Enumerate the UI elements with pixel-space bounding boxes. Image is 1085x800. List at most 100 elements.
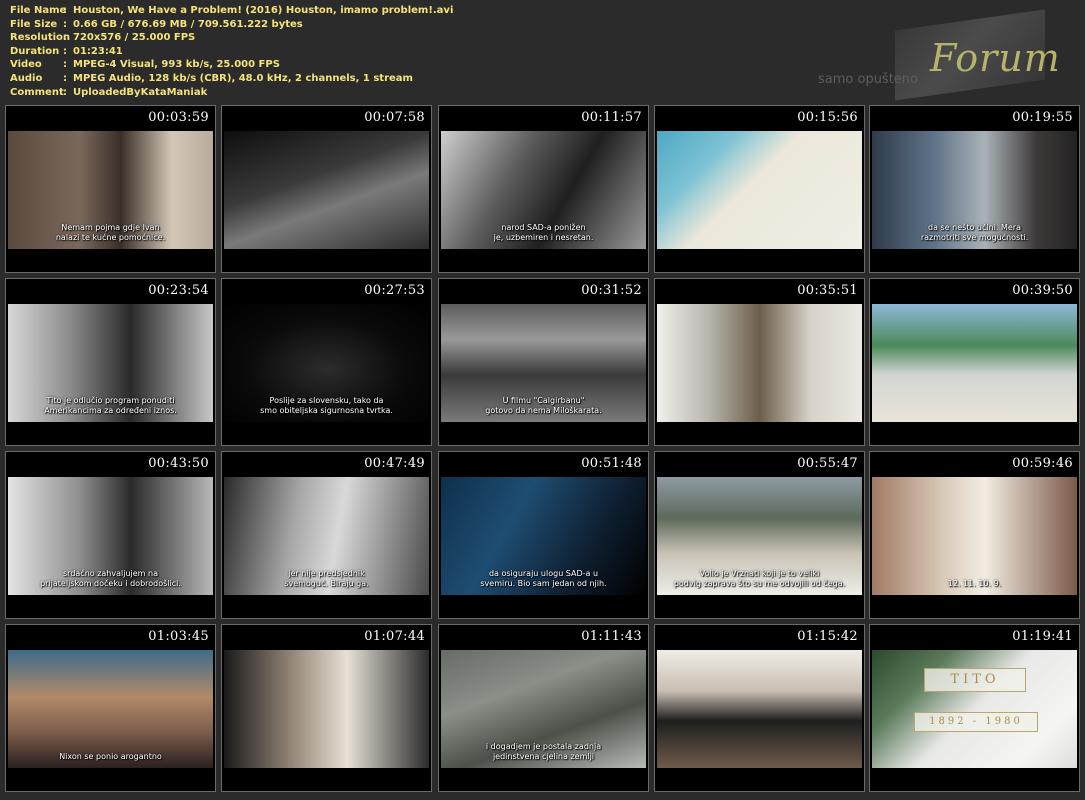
subtitle-text: Tito je odlučio program ponuditi Amerika… <box>44 396 177 415</box>
thumbnail-frame: Nixon se ponio arogantno <box>8 650 213 768</box>
forum-logo: Forum samo opušteno <box>810 9 1061 101</box>
meta-label: File Size <box>10 18 58 30</box>
meta-value: UploadedByKataManiak <box>73 86 208 98</box>
video-thumbnail[interactable]: 00:03:59 Nemam pojma gdje Ivan nalazi te … <box>5 105 216 273</box>
meta-colon: : <box>63 72 67 84</box>
meta-row: File Size:0.66 GB / 676.69 MB / 709.561.… <box>10 18 453 32</box>
thumbnail-frame: U filmu "Calgirbanu" gotovo da nema Milo… <box>441 304 646 422</box>
subtitle-text: Volio je Vrznati koji je to veliki podvi… <box>673 569 846 588</box>
meta-row: Video: MPEG-4 Visual, 993 kb/s, 25.000 FP… <box>10 58 453 72</box>
thumbnail-timestamp: 00:19:55 <box>1012 110 1073 125</box>
meta-value: 01:23:41 <box>73 45 123 57</box>
thumbnail-timestamp: 01:07:44 <box>364 629 425 644</box>
thumbnail-timestamp: 00:15:56 <box>797 110 858 125</box>
thumbnail-timestamp: 00:07:58 <box>364 110 425 125</box>
thumbnail-timestamp: 01:15:42 <box>797 629 858 644</box>
thumbnail-frame <box>224 131 429 249</box>
meta-label: Video <box>10 59 42 71</box>
video-thumbnail[interactable]: 01:11:43 i dogadjem je postala zadnja jed… <box>438 624 649 792</box>
contact-sheet: File Name: Houston, We Have a Problem! (2… <box>0 0 1085 800</box>
video-thumbnail[interactable]: 00:15:56 <box>654 105 865 273</box>
thumbnail-frame: i dogadjem je postala zadnja jedinstvena… <box>441 650 646 768</box>
subtitle-text: da osiguraju ulogu SAD-a u svemiru. Bio … <box>480 569 607 588</box>
thumbnail-frame <box>657 131 862 249</box>
meta-value: 720x576 / 25.000 FPS <box>73 32 196 44</box>
video-thumbnail[interactable]: 00:51:48 da osiguraju ulogu SAD-a u svemi… <box>438 451 649 619</box>
thumbnail-timestamp: 00:39:50 <box>1012 283 1073 298</box>
subtitle-text: Poslije za slovensku, tako da smo obitel… <box>260 396 393 415</box>
thumbnail-frame: 12. 11. 10. 9. <box>872 477 1077 595</box>
meta-label: Comment <box>10 86 64 98</box>
video-thumbnail[interactable]: 00:35:51 <box>654 278 865 446</box>
thumbnail-frame: Volio je Vrznati koji je to veliki podvi… <box>657 477 862 595</box>
thumbnail-timestamp: 00:03:59 <box>148 110 209 125</box>
video-thumbnail[interactable]: 00:23:54 Tito je odlučio program ponuditi… <box>5 278 216 446</box>
meta-label: Audio <box>10 72 43 84</box>
meta-value: MPEG-4 Visual, 993 kb/s, 25.000 FPS <box>73 59 280 71</box>
video-thumbnail[interactable]: 00:07:58 <box>221 105 432 273</box>
meta-colon: : <box>63 32 67 44</box>
subtitle-text: 12. 11. 10. 9. <box>947 579 1002 588</box>
thumbnail-frame <box>657 304 862 422</box>
video-thumbnail[interactable]: 01:03:45 Nixon se ponio arogantno <box>5 624 216 792</box>
video-thumbnail[interactable]: 00:55:47 Volio je Vrznati koji je to veli… <box>654 451 865 619</box>
meta-value: 0.66 GB / 676.69 MB / 709.561.222 bytes <box>73 18 303 30</box>
subtitle-text: da se nešto učini. Mera razmotriti sve m… <box>920 223 1029 242</box>
thumbnail-timestamp: 01:19:41 <box>1012 629 1073 644</box>
thumbnail-timestamp: 00:47:49 <box>364 456 425 471</box>
subtitle-text: U filmu "Calgirbanu" gotovo da nema Milo… <box>485 396 602 415</box>
tomb-inscription: TITO <box>924 668 1026 692</box>
thumbnail-timestamp: 00:59:46 <box>1012 456 1073 471</box>
meta-row: Audio: MPEG Audio, 128 kb/s (CBR), 48.0 k… <box>10 72 453 86</box>
video-thumbnail[interactable]: 00:19:55 da se nešto učini. Mera razmotri… <box>869 105 1080 273</box>
meta-label: Duration <box>10 45 60 57</box>
subtitle-text: Nemam pojma gdje Ivan nalazi te kućne po… <box>55 223 166 242</box>
thumbnail-timestamp: 00:27:53 <box>364 283 425 298</box>
video-thumbnail[interactable]: 00:47:49 jer nije predsjednik svemoguć. B… <box>221 451 432 619</box>
meta-row: Duration:01:23:41 <box>10 45 453 59</box>
thumbnail-frame: Nemam pojma gdje Ivan nalazi te kućne po… <box>8 131 213 249</box>
meta-row: File Name: Houston, We Have a Problem! (2… <box>10 4 453 18</box>
thumbnail-frame: Tito je odlučio program ponuditi Amerika… <box>8 304 213 422</box>
thumbnail-frame <box>657 650 862 768</box>
video-thumbnail[interactable]: 00:59:46 12. 11. 10. 9. <box>869 451 1080 619</box>
video-thumbnail[interactable]: 01:15:42 <box>654 624 865 792</box>
meta-value: MPEG Audio, 128 kb/s (CBR), 48.0 kHz, 2 … <box>73 72 413 84</box>
metadata-panel: File Name: Houston, We Have a Problem! (2… <box>10 4 453 99</box>
tomb-dates: 1892 - 1980 <box>914 712 1038 732</box>
thumbnail-timestamp: 00:55:47 <box>797 456 858 471</box>
meta-row: Comment: UploadedByKataManiak <box>10 86 453 100</box>
thumbnail-frame: srdačno zahvaljujem na prijateljskom doč… <box>8 477 213 595</box>
subtitle-text: narod SAD-a ponižen je, uzbemiren i nesr… <box>493 223 594 242</box>
thumbnail-timestamp: 00:51:48 <box>581 456 642 471</box>
thumbnail-timestamp: 00:31:52 <box>581 283 642 298</box>
subtitle-text: i dogadjem je postala zadnja jedinstvena… <box>485 742 602 761</box>
thumbnail-frame: narod SAD-a ponižen je, uzbemiren i nesr… <box>441 131 646 249</box>
thumbnail-timestamp: 00:23:54 <box>148 283 209 298</box>
meta-label: Resolution <box>10 32 71 44</box>
meta-row: Resolution:720x576 / 25.000 FPS <box>10 31 453 45</box>
meta-colon: : <box>63 86 67 98</box>
logo-word: Forum <box>930 36 1061 80</box>
meta-colon: : <box>63 5 67 16</box>
thumbnail-timestamp: 00:11:57 <box>581 110 642 125</box>
thumbnail-frame <box>872 304 1077 422</box>
subtitle-text: Nixon se ponio arogantno <box>59 752 162 761</box>
video-thumbnail[interactable]: 01:07:44 <box>221 624 432 792</box>
video-thumbnail[interactable]: 00:39:50 <box>869 278 1080 446</box>
meta-colon: : <box>63 59 67 71</box>
video-thumbnail[interactable]: 00:31:52 U filmu "Calgirbanu" gotovo da n… <box>438 278 649 446</box>
video-thumbnail[interactable]: 00:27:53 Poslije za slovensku, tako da sm… <box>221 278 432 446</box>
thumbnail-timestamp: 01:11:43 <box>581 629 642 644</box>
thumbnail-frame: da se nešto učini. Mera razmotriti sve m… <box>872 131 1077 249</box>
video-thumbnail[interactable]: 01:19:41 TITO 1892 - 1980 <box>869 624 1080 792</box>
video-thumbnail[interactable]: 00:11:57 narod SAD-a ponižen je, uzbemire… <box>438 105 649 273</box>
thumbnail-frame: jer nije predsjednik svemoguć. Biraju ga… <box>224 477 429 595</box>
meta-colon: : <box>63 18 67 30</box>
thumbnail-frame: TITO 1892 - 1980 <box>872 650 1077 768</box>
meta-colon: : <box>63 45 67 57</box>
thumbnail-timestamp: 00:43:50 <box>148 456 209 471</box>
thumbnail-frame: da osiguraju ulogu SAD-a u svemiru. Bio … <box>441 477 646 595</box>
video-thumbnail[interactable]: 00:43:50 srdačno zahvaljujem na prijatelj… <box>5 451 216 619</box>
thumbnail-frame: Poslije za slovensku, tako da smo obitel… <box>224 304 429 422</box>
